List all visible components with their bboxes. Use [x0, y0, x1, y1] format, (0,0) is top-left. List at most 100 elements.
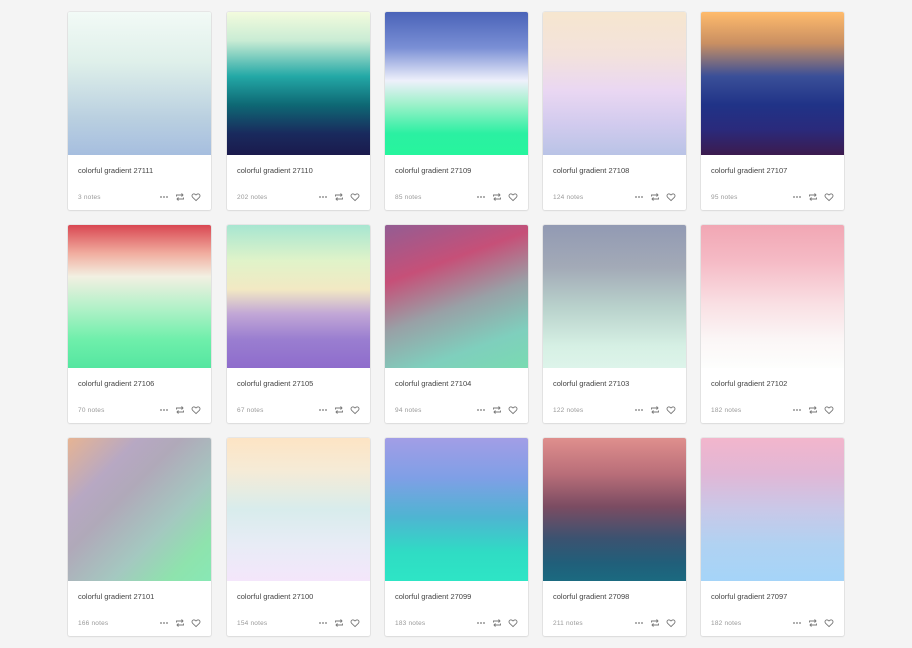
gradient-card[interactable]: colorful gradient 27111 3 notes [68, 12, 211, 210]
more-dots-icon[interactable] [476, 192, 486, 202]
heart-icon[interactable] [824, 405, 834, 415]
notes-count[interactable]: 183 notes [395, 620, 425, 627]
notes-count[interactable]: 211 notes [553, 620, 583, 627]
gradient-card[interactable]: colorful gradient 27101 166 notes [68, 438, 211, 636]
heart-icon[interactable] [666, 618, 676, 628]
heart-icon[interactable] [824, 618, 834, 628]
card-title[interactable]: colorful gradient 27102 [711, 379, 787, 388]
gradient-card[interactable]: colorful gradient 27097 182 notes [701, 438, 844, 636]
more-dots-icon[interactable] [318, 618, 328, 628]
card-title[interactable]: colorful gradient 27110 [237, 166, 313, 175]
notes-count[interactable]: 95 notes [711, 194, 738, 201]
reblog-icon[interactable] [808, 405, 818, 415]
reblog-icon[interactable] [808, 618, 818, 628]
card-title[interactable]: colorful gradient 27097 [711, 592, 787, 601]
reblog-icon[interactable] [650, 192, 660, 202]
gradient-card[interactable]: colorful gradient 27103 122 notes [543, 225, 686, 423]
reblog-icon[interactable] [334, 405, 344, 415]
gradient-swatch[interactable] [227, 438, 370, 581]
heart-icon[interactable] [350, 618, 360, 628]
reblog-icon[interactable] [492, 192, 502, 202]
more-dots-icon[interactable] [318, 405, 328, 415]
gradient-card[interactable]: colorful gradient 27105 67 notes [227, 225, 370, 423]
card-title[interactable]: colorful gradient 27109 [395, 166, 471, 175]
heart-icon[interactable] [191, 192, 201, 202]
more-dots-icon[interactable] [792, 192, 802, 202]
gradient-card[interactable]: colorful gradient 27102 182 notes [701, 225, 844, 423]
card-title[interactable]: colorful gradient 27105 [237, 379, 313, 388]
gradient-swatch[interactable] [68, 438, 211, 581]
heart-icon[interactable] [508, 405, 518, 415]
gradient-swatch[interactable] [543, 438, 686, 581]
gradient-card[interactable]: colorful gradient 27098 211 notes [543, 438, 686, 636]
card-title[interactable]: colorful gradient 27111 [78, 166, 153, 175]
reblog-icon[interactable] [334, 192, 344, 202]
card-title[interactable]: colorful gradient 27106 [78, 379, 154, 388]
card-title[interactable]: colorful gradient 27099 [395, 592, 471, 601]
gradient-card[interactable]: colorful gradient 27104 94 notes [385, 225, 528, 423]
gradient-card[interactable]: colorful gradient 27106 70 notes [68, 225, 211, 423]
gradient-swatch[interactable] [701, 12, 844, 155]
heart-icon[interactable] [824, 192, 834, 202]
notes-count[interactable]: 182 notes [711, 407, 741, 414]
heart-icon[interactable] [666, 192, 676, 202]
gradient-card[interactable]: colorful gradient 27108 124 notes [543, 12, 686, 210]
gradient-card[interactable]: colorful gradient 27110 202 notes [227, 12, 370, 210]
notes-count[interactable]: 154 notes [237, 620, 267, 627]
card-title[interactable]: colorful gradient 27108 [553, 166, 629, 175]
card-title[interactable]: colorful gradient 27100 [237, 592, 313, 601]
heart-icon[interactable] [350, 192, 360, 202]
gradient-card[interactable]: colorful gradient 27100 154 notes [227, 438, 370, 636]
gradient-card[interactable]: colorful gradient 27099 183 notes [385, 438, 528, 636]
more-dots-icon[interactable] [318, 192, 328, 202]
heart-icon[interactable] [508, 192, 518, 202]
card-title[interactable]: colorful gradient 27104 [395, 379, 471, 388]
card-title[interactable]: colorful gradient 27098 [553, 592, 629, 601]
notes-count[interactable]: 182 notes [711, 620, 741, 627]
more-dots-icon[interactable] [634, 618, 644, 628]
reblog-icon[interactable] [175, 405, 185, 415]
notes-count[interactable]: 70 notes [78, 407, 105, 414]
gradient-swatch[interactable] [701, 225, 844, 368]
more-dots-icon[interactable] [476, 618, 486, 628]
notes-count[interactable]: 166 notes [78, 620, 108, 627]
gradient-swatch[interactable] [385, 12, 528, 155]
gradient-card[interactable]: colorful gradient 27107 95 notes [701, 12, 844, 210]
gradient-swatch[interactable] [543, 225, 686, 368]
gradient-swatch[interactable] [68, 12, 211, 155]
notes-count[interactable]: 94 notes [395, 407, 422, 414]
reblog-icon[interactable] [492, 405, 502, 415]
gradient-swatch[interactable] [385, 438, 528, 581]
more-dots-icon[interactable] [634, 405, 644, 415]
reblog-icon[interactable] [175, 618, 185, 628]
gradient-swatch[interactable] [701, 438, 844, 581]
reblog-icon[interactable] [650, 618, 660, 628]
card-title[interactable]: colorful gradient 27103 [553, 379, 629, 388]
notes-count[interactable]: 124 notes [553, 194, 583, 201]
card-title[interactable]: colorful gradient 27107 [711, 166, 787, 175]
reblog-icon[interactable] [492, 618, 502, 628]
gradient-swatch[interactable] [227, 225, 370, 368]
reblog-icon[interactable] [334, 618, 344, 628]
heart-icon[interactable] [508, 618, 518, 628]
more-dots-icon[interactable] [159, 618, 169, 628]
notes-count[interactable]: 67 notes [237, 407, 264, 414]
heart-icon[interactable] [666, 405, 676, 415]
more-dots-icon[interactable] [159, 192, 169, 202]
reblog-icon[interactable] [808, 192, 818, 202]
more-dots-icon[interactable] [159, 405, 169, 415]
card-title[interactable]: colorful gradient 27101 [78, 592, 154, 601]
gradient-swatch[interactable] [543, 12, 686, 155]
gradient-swatch[interactable] [68, 225, 211, 368]
reblog-icon[interactable] [175, 192, 185, 202]
gradient-card[interactable]: colorful gradient 27109 85 notes [385, 12, 528, 210]
more-dots-icon[interactable] [634, 192, 644, 202]
more-dots-icon[interactable] [476, 405, 486, 415]
heart-icon[interactable] [191, 618, 201, 628]
gradient-swatch[interactable] [227, 12, 370, 155]
gradient-swatch[interactable] [385, 225, 528, 368]
more-dots-icon[interactable] [792, 405, 802, 415]
notes-count[interactable]: 122 notes [553, 407, 583, 414]
more-dots-icon[interactable] [792, 618, 802, 628]
heart-icon[interactable] [191, 405, 201, 415]
